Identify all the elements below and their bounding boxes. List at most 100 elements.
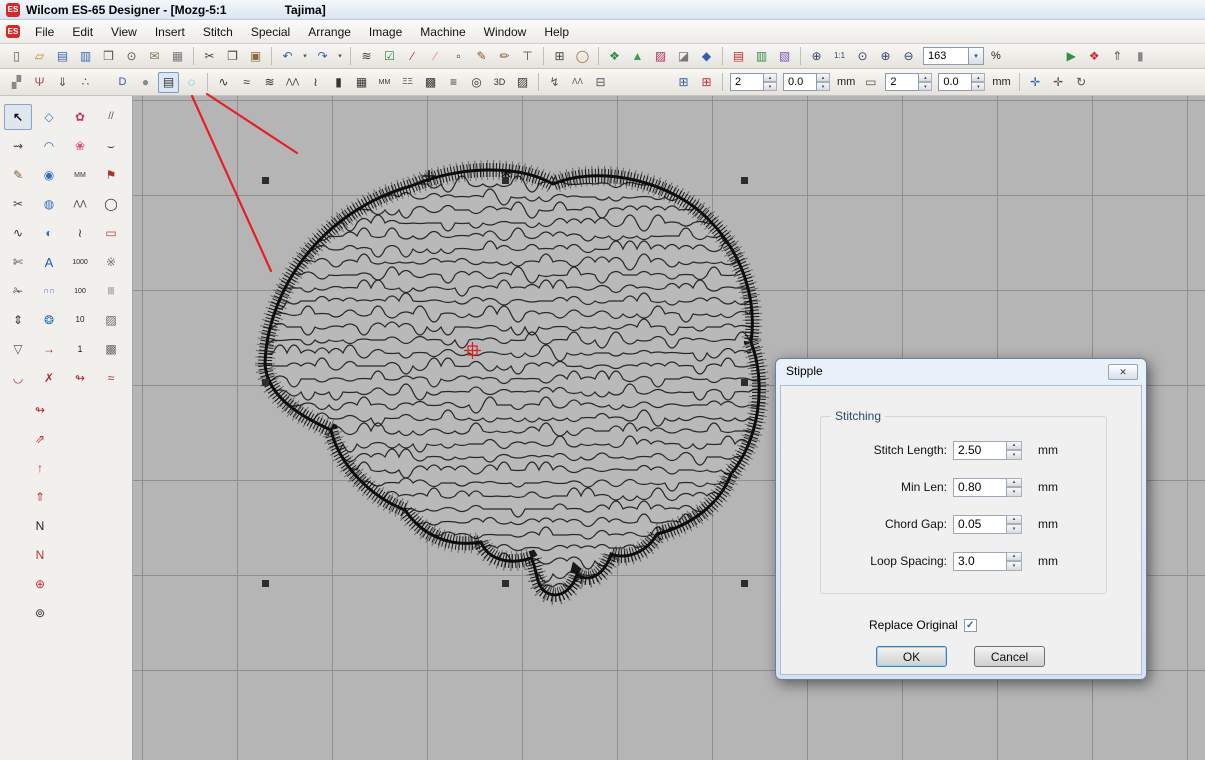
menu-file[interactable]: File (26, 21, 63, 43)
globe-stitch-icon[interactable]: ◍ (35, 191, 63, 217)
color-film-icon[interactable]: ▤ (728, 46, 749, 67)
color-wheel-icon[interactable]: ❖ (1084, 46, 1105, 67)
motif-border-icon[interactable]: ≈ (97, 365, 125, 391)
show-bitmap-icon[interactable]: ▨ (650, 46, 671, 67)
grid-column-spacing-spinner[interactable]: ▴▾ (817, 73, 830, 91)
curve-run-icon[interactable]: ↬ (66, 365, 94, 391)
spinner-up-icon[interactable]: ▴ (972, 73, 985, 82)
menu-view[interactable]: View (102, 21, 146, 43)
zoom-in-icon[interactable]: ⊕ (875, 46, 896, 67)
stitch-length-spinner[interactable]: ▴▾ (1007, 441, 1022, 460)
spinner-up-icon[interactable]: ▴ (1007, 552, 1022, 562)
design-library-icon[interactable]: ▮ (1130, 46, 1151, 67)
lettering-a-icon[interactable]: A (35, 249, 63, 275)
menu-machine[interactable]: Machine (411, 21, 474, 43)
spinner-up-icon[interactable]: ▴ (817, 73, 830, 82)
polygon-reshape-icon[interactable]: ◇ (35, 104, 63, 130)
backstitch-icon[interactable]: ⋀⋀ (282, 72, 303, 93)
mirror-arches-icon[interactable]: ∩∩ (35, 278, 63, 304)
menu-insert[interactable]: Insert (146, 21, 194, 43)
save-design-icon[interactable]: ▤ (52, 46, 73, 67)
grid-rows-input[interactable] (885, 73, 919, 91)
spinner-down-icon[interactable]: ▾ (1007, 524, 1022, 534)
menu-edit[interactable]: Edit (63, 21, 102, 43)
dotted-run-icon[interactable]: → (35, 336, 63, 362)
motif-fill-icon[interactable]: ▩ (420, 72, 441, 93)
paste-icon[interactable]: ▣ (245, 46, 266, 67)
lips-icon[interactable]: ◡ (4, 365, 32, 391)
photo-flash-icon[interactable]: D (112, 72, 133, 93)
grid-row-spacing-spinner[interactable]: ▴▾ (972, 73, 985, 91)
print-preview-icon[interactable]: ⊙ (121, 46, 142, 67)
redo-icon[interactable]: ↷ (312, 46, 333, 67)
selection-handle[interactable] (741, 580, 748, 587)
cut-icon[interactable]: ✂ (199, 46, 220, 67)
run-stitch-icon[interactable]: ∿ (213, 72, 234, 93)
stitch-arrow-up-icon[interactable]: ↑ (26, 455, 54, 481)
cancel-button[interactable]: Cancel (974, 646, 1045, 667)
reference-rect-icon[interactable]: ▭ (860, 72, 881, 93)
spinner-down-icon[interactable]: ▾ (764, 82, 777, 91)
dim-artwork-icon[interactable]: ◪ (673, 46, 694, 67)
stitch-arrow-red-icon[interactable]: ⇗ (26, 426, 54, 452)
center-view-icon[interactable]: ✛ (1048, 72, 1069, 93)
export-design-icon[interactable]: ⇑ (1107, 46, 1128, 67)
undo-dropdown-button[interactable]: ▾ (299, 46, 311, 67)
ellipse-tool-icon[interactable]: ◯ (97, 191, 125, 217)
satin-column-icon[interactable]: MM (66, 162, 94, 188)
e-stitch-icon[interactable]: ΞΞ (397, 72, 418, 93)
selection-handle[interactable] (502, 580, 509, 587)
chord-gap-spinner[interactable]: ▴▾ (1007, 515, 1022, 534)
fur-stitch-icon[interactable]: ※ (97, 249, 125, 275)
write-to-card-icon[interactable]: ▥ (75, 46, 96, 67)
target-red-icon[interactable]: ⊕ (26, 571, 54, 597)
show-hoop-icon[interactable]: ◯ (572, 46, 593, 67)
pan-design-icon[interactable]: ✛ (1025, 72, 1046, 93)
document-menu-icon[interactable]: ES (6, 25, 20, 38)
menu-image[interactable]: Image (360, 21, 411, 43)
branching-icon[interactable]: Ψ (29, 72, 50, 93)
stitch-player-icon[interactable]: ∕ (425, 46, 446, 67)
triple-run-icon[interactable]: ≈ (236, 72, 257, 93)
feather-edge-icon[interactable]: ΛΛ (567, 72, 588, 93)
parallel-columns-icon[interactable]: ||| (97, 278, 125, 304)
rectangle-tool-icon[interactable]: ▭ (97, 220, 125, 246)
t-square-icon[interactable]: ⊤ (517, 46, 538, 67)
density-1000-icon[interactable]: 1000 (66, 249, 94, 275)
flower-pink-icon[interactable]: ❀ (66, 133, 94, 159)
ok-button[interactable]: OK (876, 646, 947, 667)
pull-compensation-icon[interactable]: ⇓ (52, 72, 73, 93)
new-design-icon[interactable]: ▯ (6, 46, 27, 67)
flower-red-icon[interactable]: ✿ (66, 104, 94, 130)
spinner-up-icon[interactable]: ▴ (1007, 478, 1022, 488)
thread-colors-icon[interactable]: ▥ (751, 46, 772, 67)
show-grid-icon[interactable]: ⊞ (549, 46, 570, 67)
zoom-dropdown-button[interactable]: ▾ (969, 47, 984, 65)
stitch-view-icon[interactable]: ≋ (356, 46, 377, 67)
print-icon[interactable]: ❒ (98, 46, 119, 67)
spinner-down-icon[interactable]: ▾ (972, 82, 985, 91)
design-player-icon[interactable]: ▶ (1061, 46, 1082, 67)
reference-grid-icon[interactable]: ⊞ (696, 72, 717, 93)
stipple-run-icon[interactable]: ▤ (158, 72, 179, 93)
stitch-arrow-double-icon[interactable]: ⇑ (26, 484, 54, 510)
select-stitches-icon[interactable]: ▫ (448, 46, 469, 67)
menu-window[interactable]: Window (475, 21, 536, 43)
jump-stitch-icon[interactable]: ↬ (26, 397, 54, 423)
selection-handle[interactable] (502, 177, 509, 184)
stemstitch-icon[interactable]: ≀ (305, 72, 326, 93)
flag-icon[interactable]: ⚑ (97, 162, 125, 188)
selection-handle[interactable] (262, 379, 269, 386)
spinner-down-icon[interactable]: ▾ (1007, 450, 1022, 460)
replace-original-checkbox[interactable]: ✓ (964, 619, 977, 632)
funnel-icon[interactable]: ▽ (4, 336, 32, 362)
show-vectors-icon[interactable]: ❖ (604, 46, 625, 67)
menu-special[interactable]: Special (242, 21, 299, 43)
spinner-down-icon[interactable]: ▾ (817, 82, 830, 91)
3d-effect-icon[interactable]: 3D (489, 72, 510, 93)
auto-fade-icon[interactable]: ▞ (6, 72, 27, 93)
zigzag-run-icon[interactable]: ∿ (4, 220, 32, 246)
open-design-icon[interactable]: ▱ (29, 46, 50, 67)
snap-grid-icon[interactable]: ⊞ (673, 72, 694, 93)
min-len-spinner[interactable]: ▴▾ (1007, 478, 1022, 497)
